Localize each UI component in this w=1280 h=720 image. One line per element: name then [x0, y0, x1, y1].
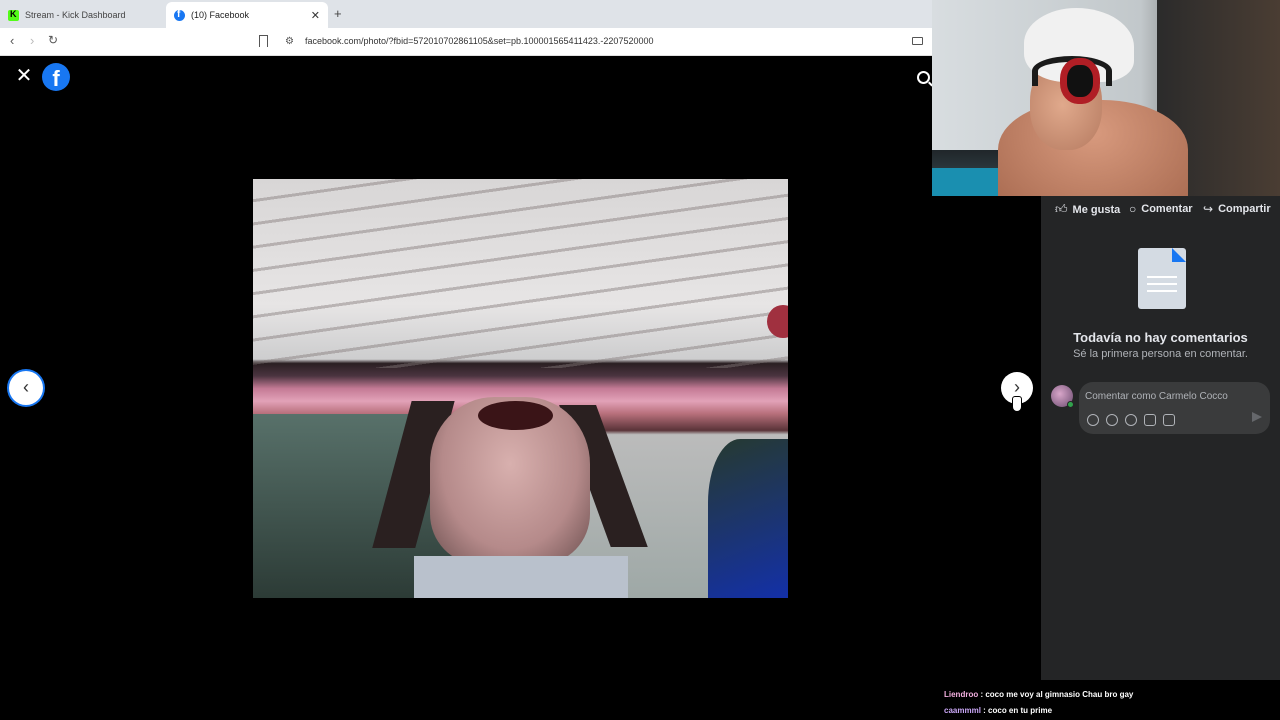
browser-toolbar: ‹ › ↻ ⚙ facebook.com/photo/?fbid=5720107… [0, 28, 932, 56]
chat-username: Liendroo [944, 690, 979, 699]
back-icon[interactable]: ‹ [10, 33, 14, 48]
reload-icon[interactable]: ↻ [48, 33, 58, 47]
thumbs-up-icon: 👍︎ [1055, 202, 1068, 216]
chat-username: caammml [944, 706, 981, 715]
chat-message: Liendroo : coco me voy al gimnasio Chau … [944, 688, 1280, 704]
avatar-sticker-icon[interactable] [1087, 414, 1099, 426]
comment-label: Comentar [1141, 203, 1193, 215]
webcam-overlay [932, 0, 1280, 196]
facebook-logo-icon[interactable]: f [42, 63, 70, 91]
document-icon [1138, 248, 1186, 309]
action-bar: 👍︎ Me gusta ○ Comentar ↪ Compartir [1041, 196, 1280, 224]
stream-chat: Liendroo : coco me voy al gimnasio Chau … [944, 688, 1280, 720]
chat-text: : coco me voy al gimnasio Chau bro gay [978, 690, 1134, 699]
avatar[interactable] [1051, 385, 1074, 408]
zoom-in-icon[interactable] [917, 71, 930, 84]
photo [253, 179, 788, 598]
comment-input[interactable] [1085, 388, 1265, 404]
mouse-cursor [1012, 396, 1022, 412]
online-status-icon [1067, 401, 1074, 408]
send-icon[interactable] [1252, 412, 1262, 422]
bookmark-icon[interactable] [259, 35, 268, 47]
address-bar[interactable]: facebook.com/photo/?fbid=572010702861105… [305, 36, 653, 46]
comment-tools [1087, 414, 1182, 426]
no-comments-title: Todavía no hay comentarios [1073, 330, 1248, 345]
cast-icon[interactable] [912, 37, 923, 45]
like-button[interactable]: 👍︎ Me gusta [1055, 202, 1120, 217]
kick-favicon-icon [8, 9, 19, 21]
tab-facebook[interactable]: (10) Facebook ✕ [166, 2, 328, 28]
like-label: Me gusta [1072, 203, 1121, 216]
photo-viewer: ✕ f ‹ › [0, 56, 1041, 720]
comments-panel: 👍︎ Me gusta ○ Comentar ↪ Compartir Todav… [1041, 196, 1280, 680]
share-arrow-icon: ↪ [1203, 202, 1214, 216]
no-comments-subtitle: Sé la primera persona en comentar. [1073, 348, 1248, 360]
new-tab-button[interactable]: + [334, 6, 342, 21]
close-viewer-icon[interactable]: ✕ [14, 66, 34, 86]
forward-icon[interactable]: › [30, 33, 34, 48]
chat-text: : coco en tu prime [980, 706, 1053, 715]
camera-icon[interactable] [1125, 414, 1137, 426]
comment-button[interactable]: ○ Comentar [1129, 202, 1193, 216]
tab-kick-dashboard[interactable]: Stream - Kick Dashboard [0, 2, 166, 28]
tab-title: (10) Facebook [191, 10, 250, 20]
gif-icon[interactable] [1144, 414, 1156, 426]
chat-message: caammml : coco en tu prime [944, 704, 1280, 720]
share-button[interactable]: ↪ Compartir [1203, 202, 1271, 216]
close-tab-icon[interactable]: ✕ [311, 9, 320, 22]
speech-bubble-icon: ○ [1129, 202, 1137, 216]
comment-box [1079, 382, 1270, 434]
sticker-icon[interactable] [1163, 414, 1175, 426]
previous-photo-button[interactable]: ‹ [9, 371, 43, 405]
emoji-icon[interactable] [1106, 414, 1118, 426]
headset-icon [1060, 58, 1100, 104]
tab-title: Stream - Kick Dashboard [25, 10, 126, 20]
site-info-icon[interactable]: ⚙ [285, 36, 294, 47]
share-label: Compartir [1218, 203, 1271, 215]
facebook-favicon-icon [174, 9, 185, 21]
browser-tab-bar: Stream - Kick Dashboard (10) Facebook ✕ … [0, 0, 932, 28]
